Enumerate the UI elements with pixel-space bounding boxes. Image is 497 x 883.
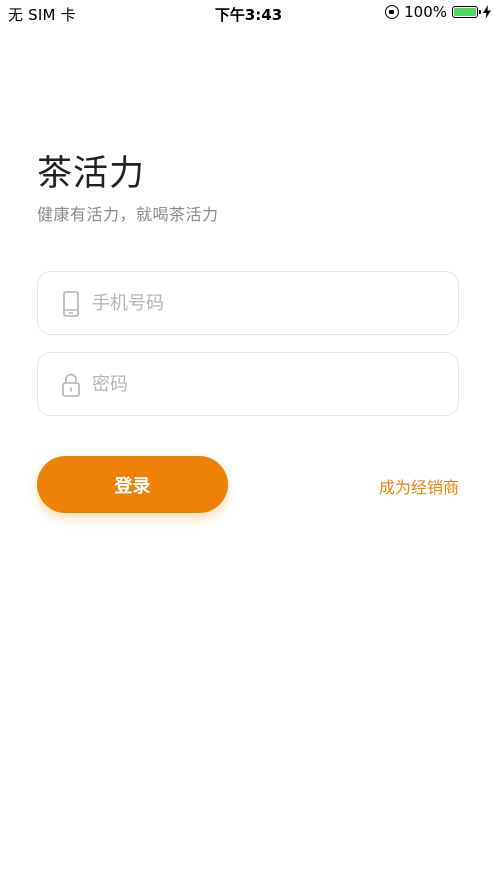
login-button[interactable]: 登录 [37,456,228,513]
password-field[interactable] [37,352,459,416]
page-subtitle: 健康有活力，就喝茶活力 [37,205,219,224]
status-bar: 无 SIM 卡 下午3:43 100% [0,0,497,28]
phone-icon [63,291,79,317]
battery-percent: 100% [404,3,447,21]
page-title: 茶活力 [37,154,146,194]
phone-input[interactable] [92,272,442,334]
charging-bolt-icon [483,5,491,19]
status-right-group: 100% [385,3,491,21]
phone-field[interactable] [37,271,459,335]
become-dealer-link[interactable]: 成为经销商 [379,474,459,498]
rotation-lock-icon [385,5,400,19]
battery-fill [454,8,476,16]
lock-icon [62,373,80,397]
battery-icon [452,6,481,18]
password-input[interactable] [92,353,442,415]
